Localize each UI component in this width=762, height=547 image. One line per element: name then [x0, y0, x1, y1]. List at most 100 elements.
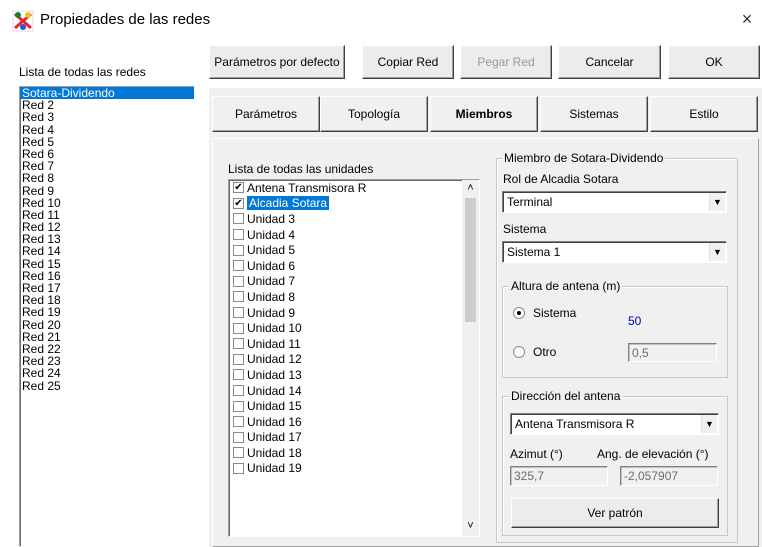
checkbox-icon[interactable] [233, 447, 244, 459]
defaults-button[interactable]: Parámetros por defecto [209, 45, 345, 79]
unit-label: Unidad 4 [247, 227, 296, 242]
unit-label: Unidad 13 [247, 367, 302, 382]
network-list-item[interactable]: Red 14 [20, 245, 194, 257]
network-list-item[interactable]: Red 3 [20, 111, 194, 123]
tab-estilo[interactable]: Estilo [650, 96, 758, 132]
unit-list-item[interactable]: Unidad 18 [229, 445, 479, 461]
direction-select[interactable]: Antena Transmisora R ▼ [510, 413, 719, 435]
antenna-height-title: Altura de antena (m) [509, 279, 623, 293]
direction-value: Antena Transmisora R [515, 417, 635, 431]
unit-list-item[interactable]: Unidad 8 [229, 289, 479, 305]
unit-list-item[interactable]: Unidad 7 [229, 274, 479, 290]
checkbox-icon[interactable] [233, 416, 244, 428]
checkbox-icon[interactable] [233, 307, 244, 319]
tab-miembros[interactable]: Miembros [430, 96, 538, 132]
chevron-down-icon[interactable]: ▼ [701, 415, 717, 433]
networks-list-label: Lista de todas las redes [19, 65, 146, 79]
network-list-item[interactable]: Red 9 [20, 184, 194, 197]
unit-list-item[interactable]: ✔ Alcadia Sotara [229, 196, 479, 212]
unit-label: Unidad 15 [247, 399, 302, 414]
tab-sistemas[interactable]: Sistemas [540, 96, 648, 132]
unit-list-item[interactable]: Unidad 10 [229, 320, 479, 336]
network-list-item[interactable]: Red 25 [20, 379, 194, 392]
unit-label: Antena Transmisora R [247, 180, 367, 195]
antenna-direction-title: Dirección del antena [509, 389, 623, 403]
unit-label: Unidad 10 [247, 321, 302, 336]
cancel-button[interactable]: Cancelar [558, 45, 661, 79]
checkbox-icon[interactable] [233, 385, 244, 397]
checkbox-icon[interactable] [233, 213, 244, 225]
unit-list-item[interactable]: Unidad 19 [229, 461, 479, 477]
close-icon[interactable]: × [738, 10, 756, 28]
copy-network-button[interactable]: Copiar Red [362, 45, 454, 79]
units-list[interactable]: ✔ Antena Transmisora R ✔ Alcadia Sotara Unid… [228, 179, 480, 537]
chevron-down-icon[interactable]: ▼ [709, 193, 725, 211]
elevation-field[interactable]: -2,057907 [620, 466, 718, 486]
unit-list-item[interactable]: Unidad 3 [229, 211, 479, 227]
unit-label: Unidad 19 [247, 461, 302, 476]
networks-items: Sotara-Dividendo Red 2 Red 3 Red 4 Red 5 Red … [20, 87, 194, 392]
azimuth-field[interactable]: 325,7 [510, 466, 608, 486]
other-height-field[interactable]: 0,5 [628, 343, 717, 362]
unit-list-item[interactable]: Unidad 11 [229, 336, 479, 352]
role-select[interactable]: Terminal ▼ [502, 191, 727, 213]
paste-network-button[interactable]: Pegar Red [460, 45, 552, 79]
elevation-label: Ang. de elevación (°) [597, 447, 709, 461]
azimuth-label: Azimut (°) [510, 447, 563, 461]
network-list-item[interactable]: Red 8 [20, 172, 194, 184]
view-pattern-button[interactable]: Ver patrón [511, 498, 719, 528]
unit-label: Unidad 3 [247, 211, 296, 226]
tab-topologia[interactable]: Topología [320, 96, 428, 132]
unit-list-item[interactable]: Unidad 14 [229, 383, 479, 399]
unit-list-item[interactable]: Unidad 6 [229, 258, 479, 274]
checkbox-icon[interactable] [233, 229, 244, 241]
unit-list-item[interactable]: Unidad 5 [229, 242, 479, 258]
networks-list[interactable]: Sotara-Dividendo Red 2 Red 3 Red 4 Red 5 Red … [19, 86, 195, 547]
system-select[interactable]: Sistema 1 ▼ [502, 241, 727, 263]
unit-list-item[interactable]: Unidad 17 [229, 430, 479, 446]
checkbox-icon[interactable] [233, 291, 244, 303]
unit-list-item[interactable]: Unidad 9 [229, 305, 479, 321]
chevron-down-icon[interactable]: ▼ [709, 243, 725, 261]
unit-label: Unidad 9 [247, 305, 296, 320]
scroll-thumb[interactable] [465, 198, 476, 322]
radio-height-other[interactable] [513, 346, 525, 358]
unit-label: Unidad 8 [247, 289, 296, 304]
checkbox-icon[interactable] [233, 260, 244, 272]
units-scrollbar[interactable]: ˄ ˅ [462, 180, 479, 536]
network-list-item[interactable]: Red 24 [20, 367, 194, 379]
network-list-item[interactable]: Red 15 [20, 258, 194, 270]
network-list-item[interactable]: Red 19 [20, 306, 194, 318]
checkbox-icon[interactable] [233, 400, 244, 412]
radio-height-system[interactable] [513, 307, 525, 319]
checkbox-icon[interactable] [233, 338, 244, 350]
radio-dot [517, 311, 521, 315]
unit-label: Unidad 14 [247, 383, 302, 398]
network-list-item[interactable]: Red 4 [20, 123, 194, 136]
checkbox-icon[interactable] [233, 462, 244, 474]
unit-list-item[interactable]: Unidad 4 [229, 227, 479, 243]
scroll-up-icon[interactable]: ˄ [462, 182, 479, 196]
tab-parametros[interactable]: Parámetros [212, 96, 320, 132]
checkbox-icon[interactable] [233, 275, 244, 287]
checkbox-icon[interactable] [233, 353, 244, 365]
checkbox-icon[interactable] [233, 431, 244, 443]
checkbox-icon[interactable] [233, 322, 244, 334]
ok-button[interactable]: OK [668, 45, 760, 79]
checkbox-checked-icon[interactable]: ✔ [233, 182, 244, 194]
checkbox-checked-icon[interactable]: ✔ [233, 197, 244, 209]
checkbox-icon[interactable] [233, 369, 244, 381]
unit-list-item[interactable]: ✔ Antena Transmisora R [229, 180, 479, 196]
unit-label: Unidad 11 [247, 336, 301, 351]
checkbox-icon[interactable] [233, 244, 244, 256]
unit-list-item[interactable]: Unidad 12 [229, 352, 479, 368]
unit-list-item[interactable]: Unidad 16 [229, 414, 479, 430]
unit-label: Unidad 12 [247, 352, 302, 367]
unit-list-item[interactable]: Unidad 13 [229, 367, 479, 383]
unit-label: Unidad 18 [247, 445, 302, 460]
network-list-item[interactable]: Red 20 [20, 318, 194, 331]
scroll-down-icon[interactable]: ˅ [462, 520, 479, 534]
role-value: Terminal [507, 195, 553, 209]
unit-list-item[interactable]: Unidad 15 [229, 398, 479, 414]
dialog-body: Lista de todas las redes Sotara-Dividend… [0, 44, 762, 547]
